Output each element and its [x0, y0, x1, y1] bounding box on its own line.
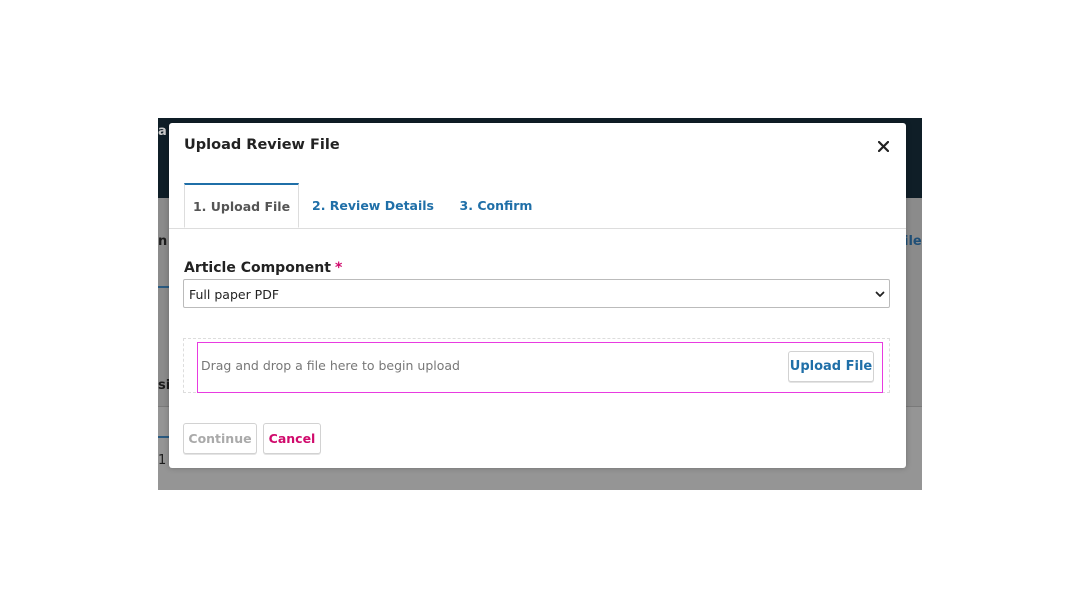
- chevron-down-icon: [875, 291, 885, 297]
- tab-review-details[interactable]: 2. Review Details: [309, 183, 437, 227]
- tab-label: 2. Review Details: [312, 197, 434, 213]
- tab-label: 3. Confirm: [459, 197, 533, 213]
- field-label-text: Article Component: [184, 260, 331, 276]
- background-text-fragment: a: [158, 124, 167, 139]
- background-text-fragment: ile: [904, 234, 922, 249]
- tab-label: 1. Upload File: [192, 198, 291, 214]
- background-text-fragment: n: [158, 234, 168, 249]
- background-text-fragment: 1: [158, 453, 167, 468]
- article-component-select[interactable]: Full paper PDF: [183, 279, 890, 308]
- upload-review-file-modal: Upload Review File 1. Upload File 2. Rev…: [169, 123, 906, 468]
- modal-title: Upload Review File: [184, 137, 340, 153]
- wizard-tabs: 1. Upload File 2. Review Details 3. Conf…: [169, 183, 906, 229]
- tab-upload-file[interactable]: 1. Upload File: [184, 183, 299, 228]
- cancel-button[interactable]: Cancel: [263, 423, 321, 454]
- upload-file-button[interactable]: Upload File: [788, 351, 874, 382]
- file-dropzone[interactable]: Drag and drop a file here to begin uploa…: [197, 342, 883, 393]
- close-icon: [877, 140, 889, 152]
- continue-button[interactable]: Continue: [183, 423, 257, 454]
- background-tab-underline: [158, 436, 169, 438]
- close-button[interactable]: [874, 137, 892, 155]
- dropzone-instructions: Drag and drop a file here to begin uploa…: [201, 358, 460, 373]
- selected-value: Full paper PDF: [189, 287, 280, 302]
- article-component-label: Article Component *: [184, 260, 342, 276]
- background-tab-underline: [158, 286, 169, 288]
- tab-confirm[interactable]: 3. Confirm: [451, 183, 541, 227]
- required-marker: *: [334, 260, 343, 276]
